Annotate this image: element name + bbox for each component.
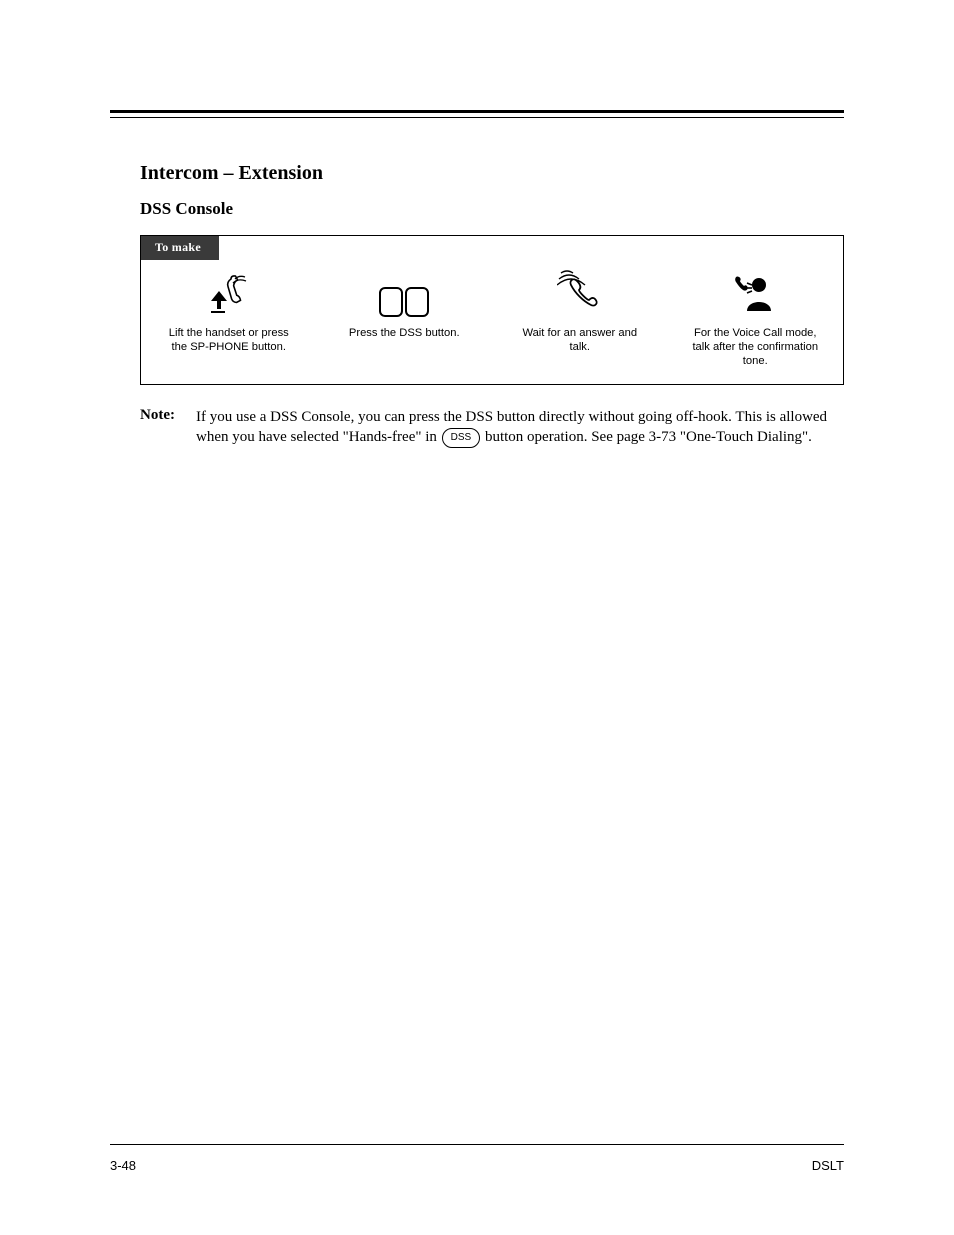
dss-key-icon: DSS	[442, 428, 481, 448]
note-label: Note:	[140, 407, 196, 448]
note-body: If you use a DSS Console, you can press …	[196, 407, 844, 448]
step-label: Lift the handset or press the SP-PHONE b…	[161, 326, 297, 354]
step-label: Wait for an answer and talk.	[512, 326, 648, 354]
step-press-dss: Press the DSS button.	[337, 272, 473, 340]
procedure-steps: Lift the handset or press the SP-PHONE b…	[141, 236, 843, 384]
procedure-box: To make	[140, 235, 844, 385]
feature-subtitle: DSS Console	[140, 199, 844, 219]
step-lift-handset: Lift the handset or press the SP-PHONE b…	[161, 272, 297, 354]
step-voice-call: For the Voice Call mode, talk after the …	[688, 272, 824, 368]
person-talking-icon	[733, 271, 777, 320]
feature-title: Intercom – Extension	[140, 162, 844, 185]
page-number: 3-48	[110, 1158, 136, 1173]
note-link: "One-Touch Dialing"	[680, 429, 808, 445]
manual-page: Intercom – Extension DSS Console To make	[0, 0, 954, 1235]
note-text: button operation. See page 3-73	[485, 429, 680, 445]
step-label: Press the DSS button.	[349, 326, 460, 340]
handset-ringing-icon	[557, 267, 603, 320]
note-block: Note: If you use a DSS Console, you can …	[140, 407, 844, 448]
handset-up-icon	[205, 273, 253, 320]
dss-button-icon	[378, 285, 430, 320]
header-rule	[110, 0, 844, 118]
note-text: .	[808, 429, 812, 445]
section-label: DSLT	[812, 1158, 844, 1173]
step-label: For the Voice Call mode, talk after the …	[688, 326, 824, 368]
footer-rule	[110, 1144, 844, 1145]
page-footer: 3-48 DSLT	[110, 1158, 844, 1173]
step-wait-answer: Wait for an answer and talk.	[512, 272, 648, 354]
procedure-label: To make	[141, 236, 219, 260]
